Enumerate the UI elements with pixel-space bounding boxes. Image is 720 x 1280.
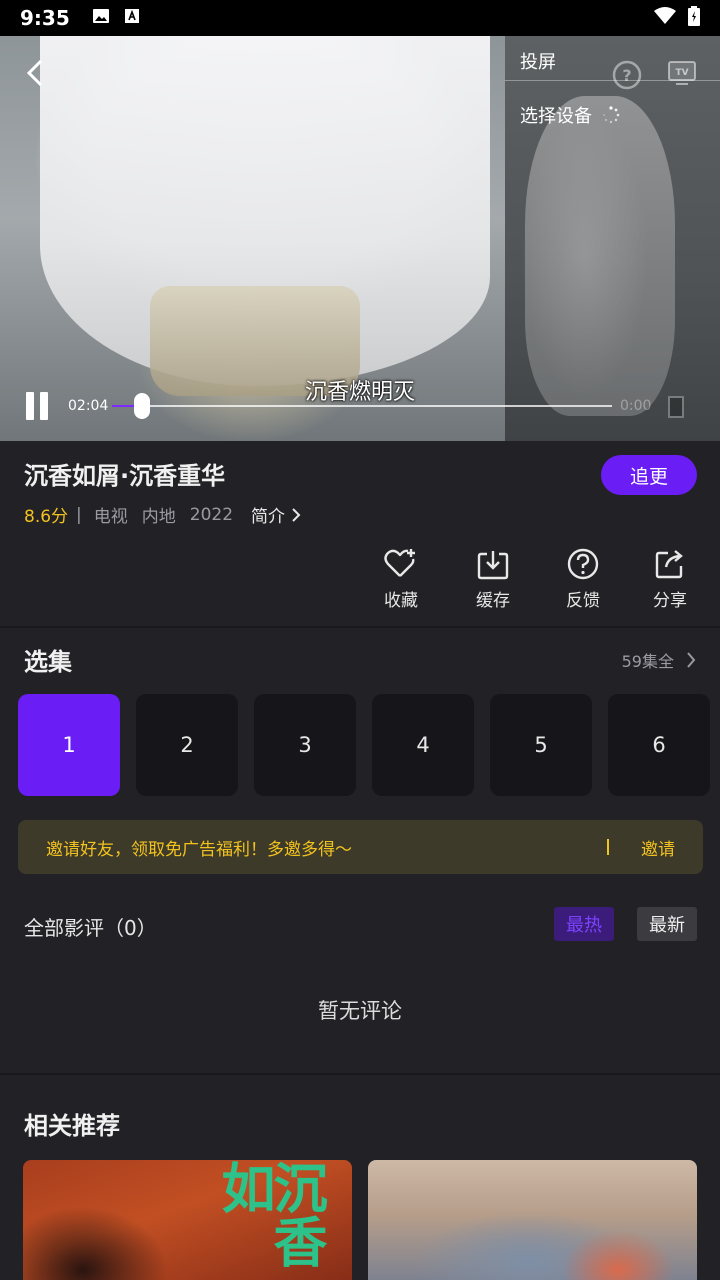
- sort-hot-tab[interactable]: 最热: [554, 907, 614, 941]
- action-label: 收藏: [384, 591, 418, 611]
- show-type: 电视: [93, 507, 128, 527]
- intro-link[interactable]: 简介: [251, 502, 301, 527]
- status-time: 9:35: [20, 6, 70, 30]
- show-meta: 8.6分 | 电视 内地 2022 简介: [24, 502, 301, 527]
- text-icon: [124, 8, 140, 28]
- show-region: 内地: [141, 507, 176, 527]
- question-icon: [567, 548, 599, 580]
- invite-button[interactable]: 邀请: [641, 835, 675, 860]
- recommend-title: 相关推荐: [24, 1112, 120, 1140]
- chevron-left-icon: [26, 59, 43, 87]
- download-icon: [477, 551, 509, 580]
- episode-button[interactable]: 2: [136, 694, 238, 796]
- invite-text: 邀请好友，领取免广告福利！多邀多得～: [46, 839, 352, 860]
- invite-separator: [607, 839, 609, 855]
- intro-label: 简介: [251, 507, 286, 527]
- image-icon: [92, 7, 110, 29]
- progress-handle[interactable]: [134, 393, 150, 419]
- svg-text:TV: TV: [675, 68, 688, 78]
- wifi-icon: [654, 7, 676, 29]
- divider: [0, 1073, 720, 1075]
- poster-title-art: 沉香如: [212, 1160, 328, 1268]
- share-button[interactable]: 分享: [640, 548, 700, 611]
- favorite-button[interactable]: 收藏: [371, 548, 431, 611]
- status-bar: 9:35: [0, 0, 720, 36]
- empty-comments: 暂无评论: [318, 999, 402, 1023]
- episode-button[interactable]: 6: [608, 694, 710, 796]
- chevron-right-icon: [687, 652, 696, 668]
- recommend-card[interactable]: 沉香如: [23, 1160, 352, 1280]
- episodes-title: 选集: [24, 648, 72, 676]
- battery-icon: [688, 6, 700, 30]
- progress-bar[interactable]: [112, 393, 612, 419]
- episode-button[interactable]: 5: [490, 694, 592, 796]
- episode-button[interactable]: 4: [372, 694, 474, 796]
- svg-text:?: ?: [622, 66, 631, 85]
- share-icon: [655, 550, 683, 579]
- fullscreen-icon[interactable]: [668, 396, 684, 418]
- episodes-count: 59集全: [621, 652, 674, 671]
- action-label: 反馈: [566, 591, 600, 611]
- chevron-right-icon: [292, 507, 301, 522]
- select-device-label: 选择设备: [520, 106, 592, 127]
- show-title: 沉香如屑·沉香重华: [24, 462, 226, 490]
- current-time: 02:04: [68, 398, 109, 414]
- cast-title: 投屏: [520, 52, 556, 73]
- sort-new-tab[interactable]: 最新: [637, 907, 697, 941]
- recommend-card[interactable]: [368, 1160, 697, 1280]
- back-button[interactable]: [20, 58, 50, 88]
- score: 8.6分: [24, 507, 69, 527]
- total-time: 0:00: [620, 398, 652, 414]
- divider: [0, 626, 720, 628]
- feedback-button[interactable]: 反馈: [553, 548, 613, 611]
- episode-list: 1 2 3 4 5 6: [18, 694, 710, 796]
- video-player[interactable]: 投屏 选择设备 ? TV 沉香燃明灭 02:04 0:00: [0, 36, 720, 441]
- episode-button[interactable]: 1: [18, 694, 120, 796]
- action-label: 分享: [653, 591, 687, 611]
- heart-plus-icon: [384, 549, 415, 577]
- help-icon[interactable]: ?: [612, 60, 642, 94]
- select-device-button[interactable]: 选择设备: [520, 102, 620, 128]
- episodes-all-link[interactable]: 59集全: [622, 648, 696, 672]
- invite-banner[interactable]: 邀请好友，领取免广告福利！多邀多得～ 邀请: [18, 820, 703, 874]
- download-button[interactable]: 缓存: [463, 548, 523, 611]
- meta-separator: |: [76, 504, 82, 525]
- reviews-title: 全部影评（0）: [24, 916, 157, 940]
- show-year: 2022: [189, 504, 234, 525]
- tv-icon[interactable]: TV: [668, 60, 696, 90]
- episode-button[interactable]: 3: [254, 694, 356, 796]
- action-label: 缓存: [476, 591, 510, 611]
- pause-icon: [26, 392, 34, 420]
- pause-button[interactable]: [26, 392, 50, 420]
- follow-button[interactable]: 追更: [601, 455, 697, 495]
- loading-spinner-icon: [603, 106, 620, 124]
